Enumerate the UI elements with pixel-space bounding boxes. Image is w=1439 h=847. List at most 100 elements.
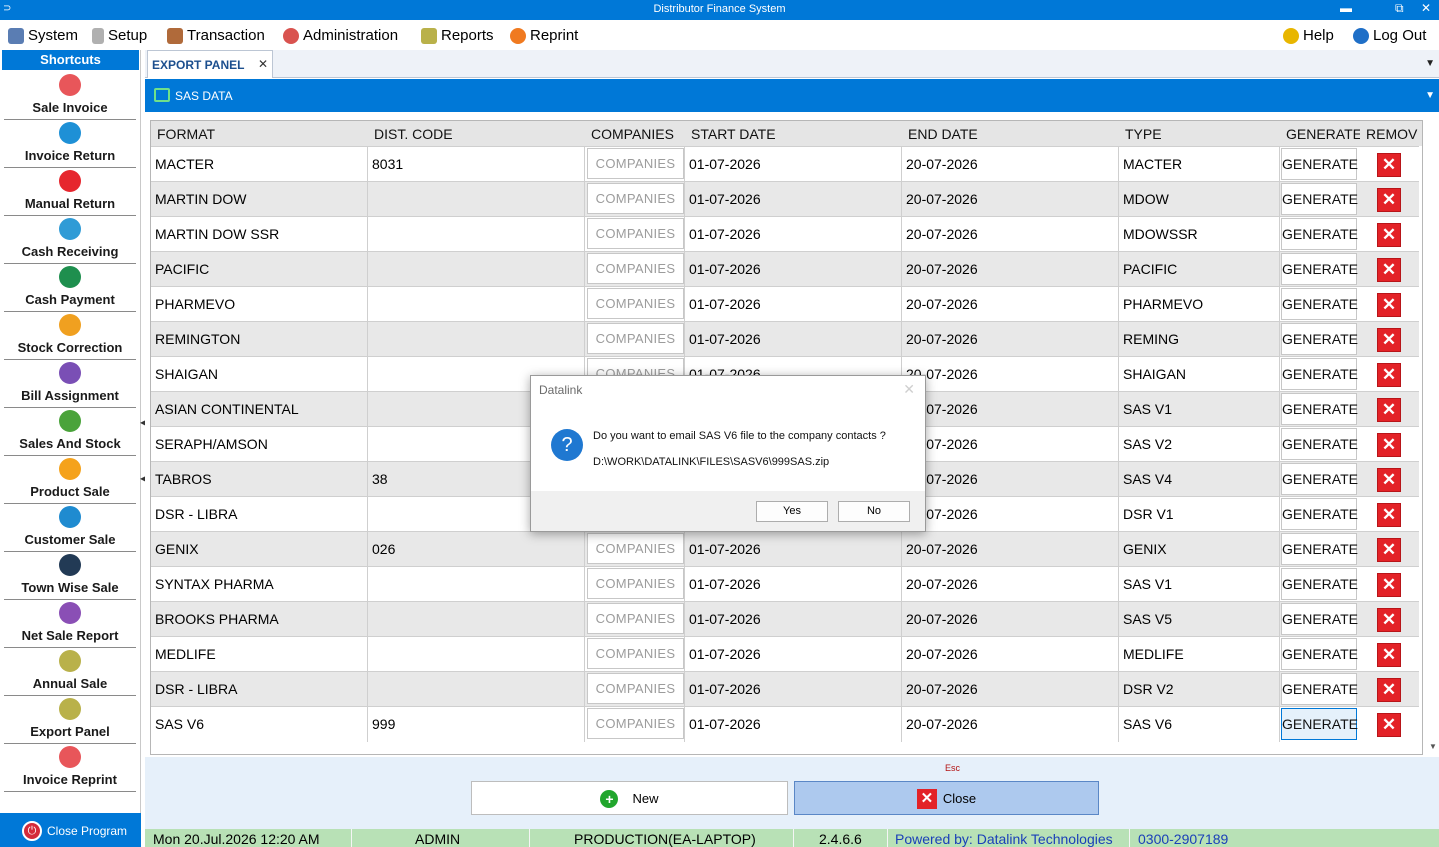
column-header-format[interactable]: FORMAT xyxy=(151,121,368,146)
column-header-remove[interactable]: REMOV xyxy=(1360,121,1422,146)
generate-button[interactable]: GENERATE xyxy=(1281,148,1358,180)
shortcut-cash-payment[interactable]: Cash Payment xyxy=(4,264,136,312)
column-header-start-date[interactable]: START DATE xyxy=(685,121,902,146)
generate-button[interactable]: GENERATE xyxy=(1281,638,1358,670)
table-row[interactable]: PACIFIC 01-07-2026 20-07-2026 PACIFIC COMPAN… xyxy=(151,251,1419,287)
remove-icon[interactable]: ✕ xyxy=(1377,573,1401,597)
remove-icon[interactable]: ✕ xyxy=(1377,678,1401,702)
menu-logout[interactable]: Log Out xyxy=(1353,27,1426,44)
remove-icon[interactable]: ✕ xyxy=(1377,153,1401,177)
menu-system[interactable]: System xyxy=(8,27,78,44)
table-row[interactable]: MACTER 8031 01-07-2026 20-07-2026 MACTER COMP… xyxy=(151,146,1419,182)
remove-icon[interactable]: ✕ xyxy=(1377,643,1401,667)
new-button[interactable]: + New xyxy=(471,781,788,815)
generate-button[interactable]: GENERATE xyxy=(1281,253,1358,285)
remove-icon[interactable]: ✕ xyxy=(1377,468,1401,492)
table-row[interactable]: MEDLIFE 01-07-2026 20-07-2026 MEDLIFE COMPAN… xyxy=(151,636,1419,672)
scroll-down-icon[interactable]: ▼ xyxy=(1429,742,1437,751)
generate-button[interactable]: GENERATE xyxy=(1281,358,1358,390)
generate-button[interactable]: GENERATE xyxy=(1281,393,1358,425)
table-row[interactable]: MARTIN DOW 01-07-2026 20-07-2026 MDOW COMPAN… xyxy=(151,181,1419,217)
companies-button[interactable]: COMPANIES xyxy=(587,218,684,249)
companies-button[interactable]: COMPANIES xyxy=(587,288,684,319)
companies-button[interactable]: COMPANIES xyxy=(587,533,684,564)
tab-close-icon[interactable]: ✕ xyxy=(258,57,268,71)
chevron-down-icon[interactable]: ▼ xyxy=(1425,90,1435,101)
remove-icon[interactable]: ✕ xyxy=(1377,258,1401,282)
generate-button[interactable]: GENERATE xyxy=(1281,288,1358,320)
yes-button[interactable]: Yes xyxy=(756,501,828,522)
shortcut-manual-return[interactable]: Manual Return xyxy=(4,168,136,216)
shortcut-export-panel[interactable]: Export Panel xyxy=(4,696,136,744)
generate-button[interactable]: GENERATE xyxy=(1281,603,1358,635)
table-row[interactable]: MARTIN DOW SSR 01-07-2026 20-07-2026 MDOWSS… xyxy=(151,216,1419,252)
column-header-generate[interactable]: GENERATE xyxy=(1280,121,1362,146)
shortcut-invoice-reprint[interactable]: Invoice Reprint xyxy=(4,744,136,792)
table-row[interactable]: SAS V6 999 01-07-2026 20-07-2026 SAS V6 COMPA… xyxy=(151,706,1419,742)
remove-icon[interactable]: ✕ xyxy=(1377,398,1401,422)
remove-icon[interactable]: ✕ xyxy=(1377,713,1401,737)
companies-button[interactable]: COMPANIES xyxy=(587,568,684,599)
shortcut-annual-sale[interactable]: Annual Sale xyxy=(4,648,136,696)
tab-export-panel[interactable]: EXPORT PANEL ✕ xyxy=(147,50,273,78)
shortcut-sales-and-stock[interactable]: Sales And Stock xyxy=(4,408,136,456)
column-header-dist-code[interactable]: DIST. CODE xyxy=(368,121,585,146)
generate-button[interactable]: GENERATE xyxy=(1281,218,1358,250)
generate-button[interactable]: GENERATE xyxy=(1281,498,1358,530)
minimize-button[interactable]: ▬ xyxy=(1340,1,1352,15)
shortcut-net-sale-report[interactable]: Net Sale Report xyxy=(4,600,136,648)
companies-button[interactable]: COMPANIES xyxy=(587,708,684,739)
generate-button[interactable]: GENERATE xyxy=(1281,708,1358,740)
shortcut-stock-correction[interactable]: Stock Correction xyxy=(4,312,136,360)
column-header-companies[interactable]: COMPANIES xyxy=(585,121,685,146)
remove-icon[interactable]: ✕ xyxy=(1377,293,1401,317)
menu-administration[interactable]: Administration xyxy=(283,27,398,44)
close-window-button[interactable]: ✕ xyxy=(1421,1,1431,15)
shortcut-customer-sale[interactable]: Customer Sale xyxy=(4,504,136,552)
remove-icon[interactable]: ✕ xyxy=(1377,363,1401,387)
generate-button[interactable]: GENERATE xyxy=(1281,183,1358,215)
remove-icon[interactable]: ✕ xyxy=(1377,328,1401,352)
menu-setup[interactable]: Setup xyxy=(92,27,147,44)
remove-icon[interactable]: ✕ xyxy=(1377,433,1401,457)
close-program-button[interactable]: ⏻ Close Program xyxy=(0,813,141,847)
generate-button[interactable]: GENERATE xyxy=(1281,673,1358,705)
close-button[interactable]: ✕ Close xyxy=(794,781,1099,815)
companies-button[interactable]: COMPANIES xyxy=(587,638,684,669)
remove-icon[interactable]: ✕ xyxy=(1377,538,1401,562)
shortcut-product-sale[interactable]: Product Sale xyxy=(4,456,136,504)
table-row[interactable]: DSR - LIBRA 01-07-2026 20-07-2026 DSR V2 COM… xyxy=(151,671,1419,707)
table-row[interactable]: GENIX 026 01-07-2026 20-07-2026 GENIX COMPANI… xyxy=(151,531,1419,567)
shortcut-sale-invoice[interactable]: Sale Invoice xyxy=(4,72,136,120)
menu-transaction[interactable]: Transaction xyxy=(167,27,265,44)
vertical-scrollbar[interactable]: ▼ xyxy=(1429,120,1437,755)
menu-help[interactable]: Help xyxy=(1283,27,1334,44)
remove-icon[interactable]: ✕ xyxy=(1377,188,1401,212)
companies-button[interactable]: COMPANIES xyxy=(587,148,684,179)
remove-icon[interactable]: ✕ xyxy=(1377,608,1401,632)
companies-button[interactable]: COMPANIES xyxy=(587,183,684,214)
companies-button[interactable]: COMPANIES xyxy=(587,323,684,354)
shortcut-invoice-return[interactable]: Invoice Return xyxy=(4,120,136,168)
shortcut-cash-receiving[interactable]: Cash Receiving xyxy=(4,216,136,264)
generate-button[interactable]: GENERATE xyxy=(1281,463,1358,495)
generate-button[interactable]: GENERATE xyxy=(1281,323,1358,355)
menu-reports[interactable]: Reports xyxy=(421,27,494,44)
remove-icon[interactable]: ✕ xyxy=(1377,223,1401,247)
no-button[interactable]: No xyxy=(838,501,910,522)
column-header-type[interactable]: TYPE xyxy=(1119,121,1280,146)
column-header-end-date[interactable]: END DATE xyxy=(902,121,1119,146)
dialog-close-icon[interactable]: ✕ xyxy=(903,381,915,398)
table-row[interactable]: SYNTAX PHARMA 01-07-2026 20-07-2026 SAS V1 C… xyxy=(151,566,1419,602)
generate-button[interactable]: GENERATE xyxy=(1281,428,1358,460)
generate-button[interactable]: GENERATE xyxy=(1281,533,1358,565)
remove-icon[interactable]: ✕ xyxy=(1377,503,1401,527)
chevron-down-icon[interactable]: ▼ xyxy=(1425,58,1435,69)
generate-button[interactable]: GENERATE xyxy=(1281,568,1358,600)
maximize-button[interactable]: ⧉ xyxy=(1395,1,1404,16)
companies-button[interactable]: COMPANIES xyxy=(587,673,684,704)
companies-button[interactable]: COMPANIES xyxy=(587,253,684,284)
menu-reprint[interactable]: Reprint xyxy=(510,27,578,44)
table-row[interactable]: BROOKS PHARMA 01-07-2026 20-07-2026 SAS V5 C… xyxy=(151,601,1419,637)
shortcut-bill-assignment[interactable]: Bill Assignment xyxy=(4,360,136,408)
